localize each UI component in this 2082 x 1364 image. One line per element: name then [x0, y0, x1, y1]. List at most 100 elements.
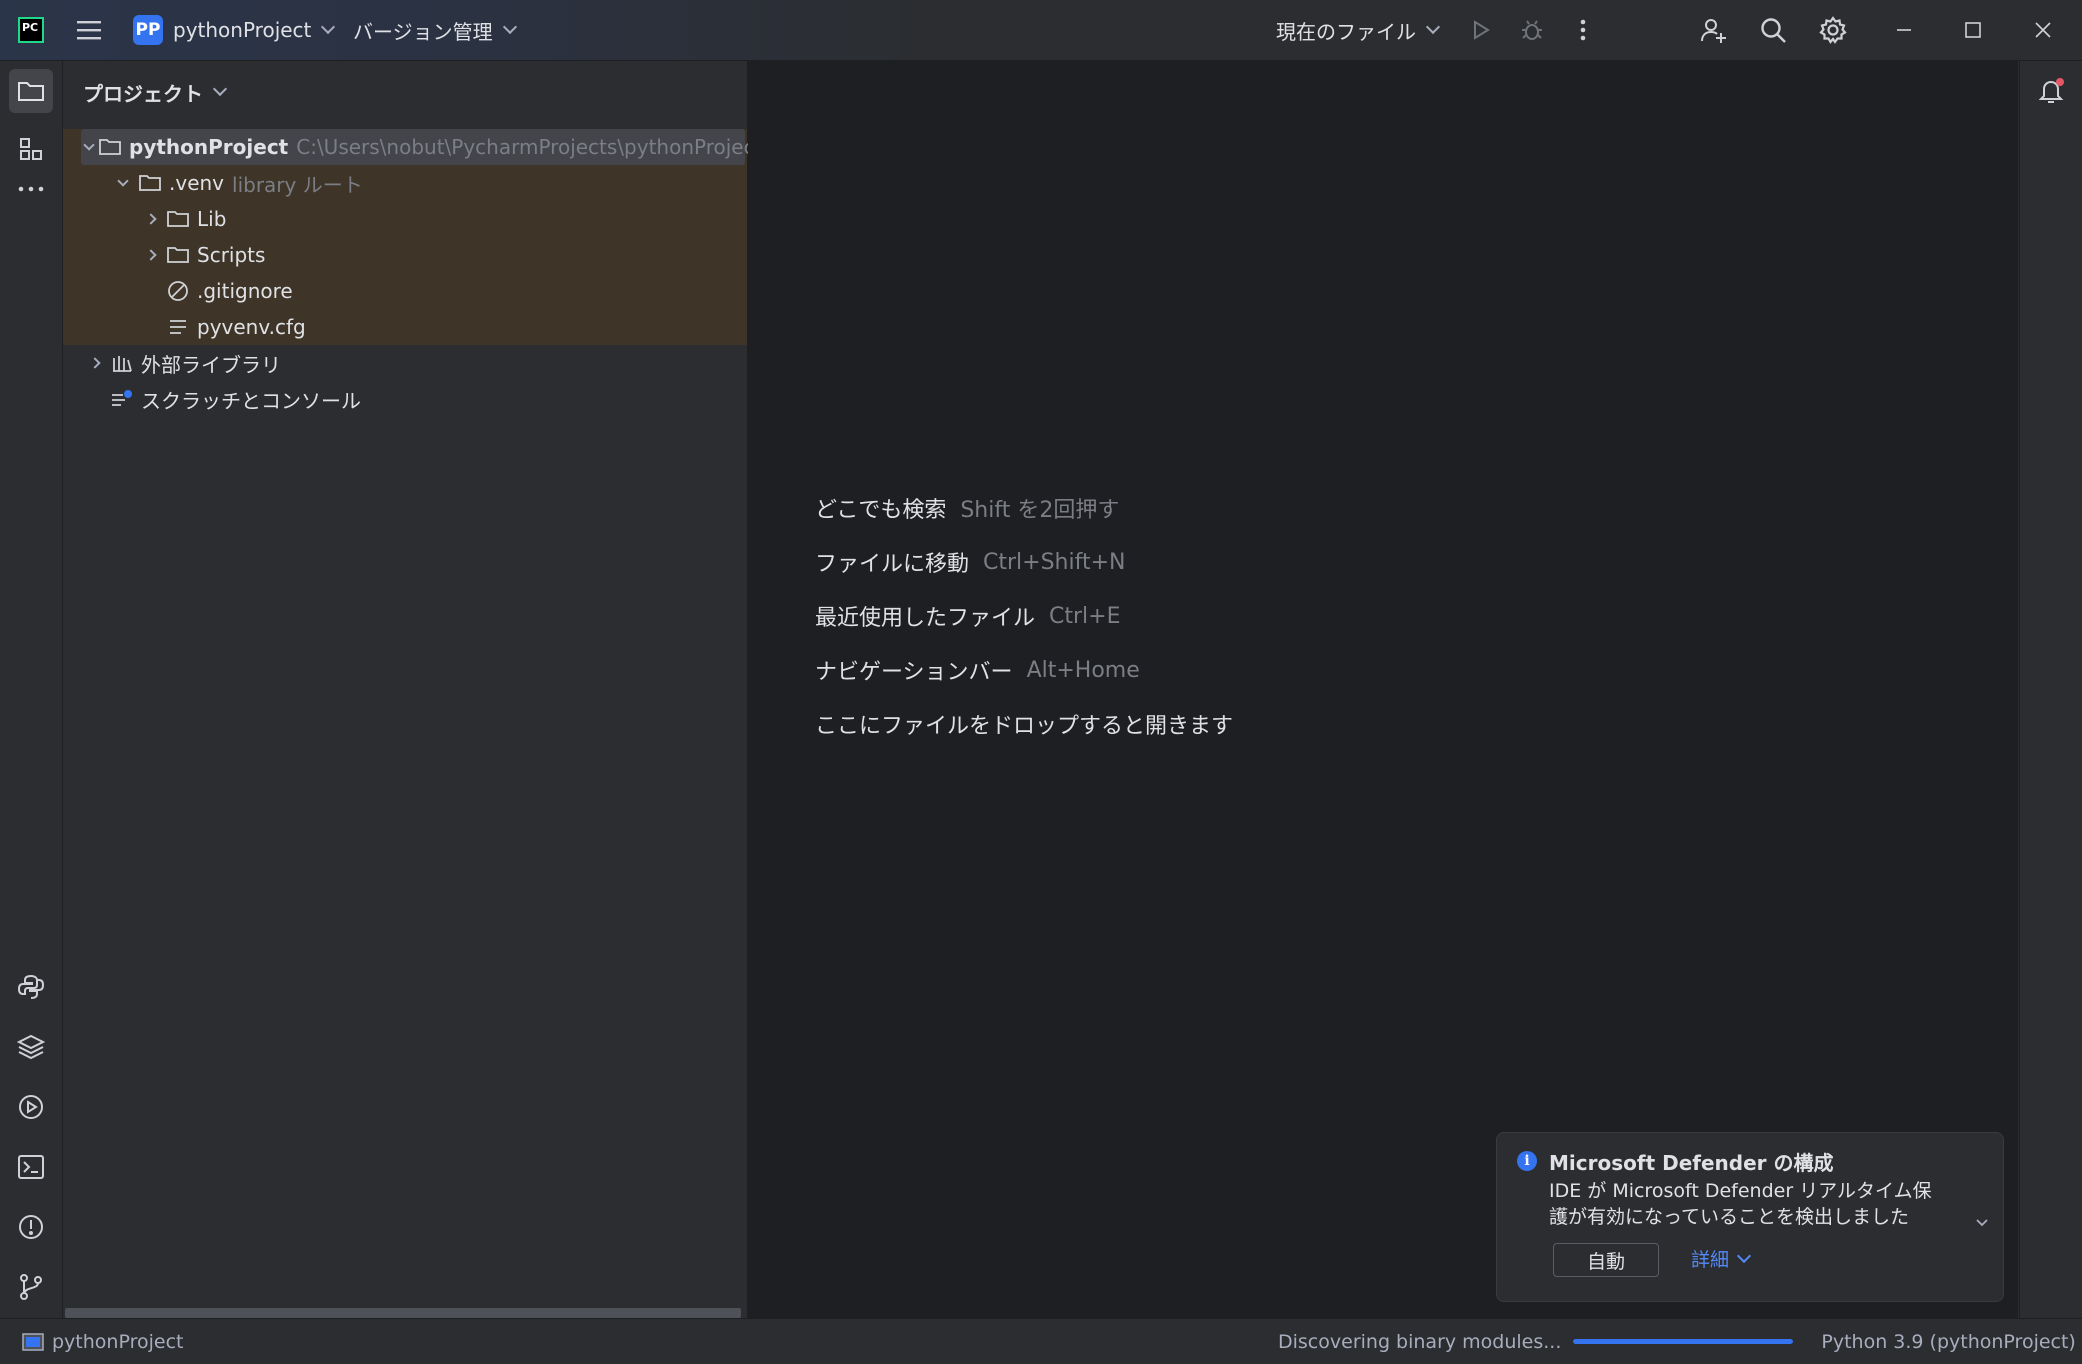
- tree-row-scripts[interactable]: Scripts: [63, 237, 747, 273]
- right-tool-strip: [2019, 61, 2082, 1318]
- run-button[interactable]: [1463, 12, 1499, 48]
- text-file-icon: [167, 316, 189, 338]
- editor-area: どこでも検索 Shift を2回押す ファイルに移動 Ctrl+Shift+N …: [748, 61, 2018, 1318]
- hint-recent-files: 最近使用したファイル Ctrl+E: [815, 589, 1233, 643]
- vertical-dots-icon: [1580, 19, 1586, 41]
- settings-button[interactable]: [1815, 12, 1851, 48]
- services-button[interactable]: [9, 1085, 53, 1129]
- chevron-down-icon: [1976, 1219, 1988, 1227]
- chevron-down-icon[interactable]: [83, 138, 95, 151]
- close-icon: [2035, 22, 2051, 38]
- progress-fill: [1573, 1339, 1794, 1344]
- tree-row-scratches[interactable]: スクラッチとコンソール: [63, 381, 747, 417]
- bug-icon: [1522, 20, 1542, 40]
- vcs-menu[interactable]: バージョン管理: [353, 0, 517, 60]
- project-panel-title: プロジェクト: [83, 81, 203, 106]
- bell-icon: [2038, 78, 2064, 103]
- project-tool-button[interactable]: [9, 69, 53, 113]
- minimize-button[interactable]: [1886, 12, 1922, 48]
- debug-button[interactable]: [1514, 12, 1550, 48]
- defender-notification: i Microsoft Defender の構成 IDE が Microsoft…: [1496, 1132, 2004, 1302]
- warning-circle-icon: [19, 1215, 43, 1239]
- chevron-down-icon: [212, 81, 228, 97]
- pycharm-logo-icon[interactable]: PC: [18, 17, 44, 43]
- hint-navigation-bar: ナビゲーションバー Alt+Home: [815, 643, 1233, 697]
- tree-row-external-libraries[interactable]: 外部ライブラリ: [63, 345, 747, 381]
- tree-row-pyvenv[interactable]: pyvenv.cfg: [63, 309, 747, 345]
- hint-label: どこでも検索: [815, 498, 947, 523]
- notifications-button[interactable]: [2029, 69, 2073, 113]
- tree-label: 外部ライブラリ: [141, 352, 281, 377]
- empty-editor-hints: どこでも検索 Shift を2回押す ファイルに移動 Ctrl+Shift+N …: [815, 481, 1233, 751]
- terminal-button[interactable]: [9, 1145, 53, 1189]
- search-icon: [1761, 18, 1786, 43]
- hint-go-to-file: ファイルに移動 Ctrl+Shift+N: [815, 535, 1233, 589]
- tree-row-lib[interactable]: Lib: [63, 201, 747, 237]
- run-config-label: 現在のファイル: [1276, 19, 1416, 44]
- ignore-file-icon: [167, 280, 189, 302]
- project-panel-header[interactable]: プロジェクト: [83, 77, 228, 107]
- tree-label: .venv: [169, 171, 225, 195]
- chevron-down-icon: [1736, 1248, 1752, 1263]
- status-project[interactable]: pythonProject: [22, 1331, 183, 1353]
- code-with-me-button[interactable]: [1696, 12, 1732, 48]
- python-packages-button[interactable]: [9, 1025, 53, 1069]
- scratch-console-icon: [111, 388, 133, 410]
- left-tool-strip: [0, 61, 63, 1318]
- hint-search-everywhere: どこでも検索 Shift を2回押す: [815, 481, 1233, 535]
- hint-shortcut: Alt+Home: [1026, 657, 1140, 683]
- structure-icon: [20, 138, 42, 160]
- run-config-selector[interactable]: 現在のファイル: [1276, 0, 1441, 60]
- notification-title: Microsoft Defender の構成: [1549, 1151, 1834, 1175]
- problems-button[interactable]: [9, 1205, 53, 1249]
- chevron-down-icon: [321, 19, 336, 35]
- play-icon: [1474, 20, 1490, 40]
- chevron-right-icon[interactable]: [85, 357, 105, 369]
- tree-path: C:\Users\nobut\PycharmProjects\pythonPro…: [296, 135, 763, 159]
- chevron-right-icon[interactable]: [141, 213, 161, 225]
- status-project-label: pythonProject: [52, 1330, 184, 1353]
- search-everywhere-button[interactable]: [1755, 12, 1791, 48]
- auto-configure-button[interactable]: 自動: [1553, 1243, 1659, 1277]
- tree-row-venv[interactable]: .venv library ルート: [63, 165, 747, 201]
- tree-row-root[interactable]: pythonProject C:\Users\nobut\PycharmProj…: [63, 129, 762, 165]
- tree-label: Lib: [197, 207, 227, 231]
- maximize-button[interactable]: [1955, 12, 1991, 48]
- chevron-right-icon[interactable]: [141, 249, 161, 261]
- vcs-menu-label: バージョン管理: [353, 19, 493, 44]
- tree-label: スクラッチとコンソール: [141, 388, 361, 413]
- project-selector-label: pythonProject: [173, 18, 312, 42]
- more-actions-button[interactable]: [1565, 12, 1601, 48]
- expand-notification-button[interactable]: [1975, 1213, 1989, 1232]
- horizontal-dots-icon: [18, 186, 44, 192]
- module-icon: [22, 1332, 44, 1351]
- close-button[interactable]: [2025, 12, 2061, 48]
- folder-icon: [18, 82, 44, 101]
- interpreter-selector[interactable]: Python 3.9 (pythonProject): [1821, 1331, 2075, 1353]
- add-user-icon: [1701, 19, 1726, 43]
- details-link[interactable]: 詳細: [1691, 1245, 1752, 1272]
- horizontal-scrollbar[interactable]: [65, 1308, 741, 1318]
- python-console-button[interactable]: [9, 965, 53, 1009]
- status-right: Discovering binary modules... Python 3.9…: [1278, 1331, 2076, 1353]
- hint-label: 最近使用したファイル: [815, 606, 1036, 631]
- folder-icon: [167, 208, 189, 230]
- background-task-label[interactable]: Discovering binary modules...: [1278, 1331, 1561, 1353]
- hamburger-icon: [77, 21, 101, 40]
- minimize-icon: [1897, 29, 1911, 31]
- hint-label: ナビゲーションバー: [815, 660, 1013, 685]
- hint-drop-files: ここにファイルをドロップすると開きます: [815, 697, 1233, 751]
- tree-label: .gitignore: [197, 279, 293, 303]
- tree-hint: library ルート: [232, 172, 363, 197]
- project-badge: PP: [133, 15, 163, 45]
- git-button[interactable]: [9, 1265, 53, 1309]
- project-panel: プロジェクト pythonProject C:\Users\nobut\Pych…: [63, 61, 762, 1318]
- tree-row-gitignore[interactable]: .gitignore: [63, 273, 747, 309]
- more-tools-button[interactable]: [9, 167, 53, 211]
- chevron-down-icon[interactable]: [113, 174, 133, 187]
- structure-tool-button[interactable]: [9, 127, 53, 171]
- hint-shortcut: Shift を2回押す: [960, 498, 1120, 523]
- hint-shortcut: Ctrl+Shift+N: [983, 549, 1126, 575]
- project-selector[interactable]: PP pythonProject: [133, 0, 336, 60]
- main-menu-button[interactable]: [76, 0, 104, 60]
